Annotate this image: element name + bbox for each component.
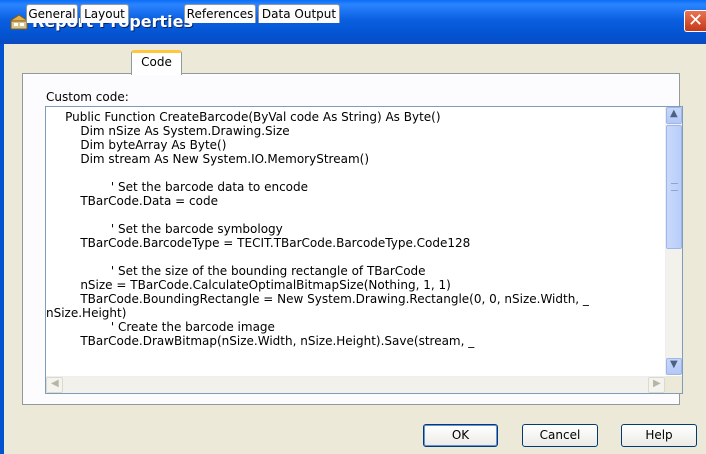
chevron-down-icon: ▼: [670, 359, 678, 370]
tab-general[interactable]: General: [26, 4, 78, 23]
grip-icon: [671, 183, 678, 191]
tab-label: Code: [141, 55, 172, 69]
scroll-left-button[interactable]: ◀: [46, 377, 63, 393]
vertical-scrollbar[interactable]: ▲ ▼: [665, 107, 682, 375]
code-line: Dim byteArray As Byte(): [46, 138, 227, 152]
code-line: TBarCode.Data = code: [46, 194, 218, 208]
code-line: ' Create the barcode image: [46, 320, 275, 334]
code-line: Dim stream As New System.IO.MemoryStream…: [46, 152, 369, 166]
tab-label: Layout: [84, 7, 125, 21]
report-properties-dialog: Report Properties ✕ General Layout Code …: [0, 0, 706, 454]
horizontal-scrollbar[interactable]: ◀ ▶: [46, 376, 666, 393]
code-line: Public Function CreateBarcode(ByVal code…: [46, 110, 441, 124]
code-line: Dim nSize As System.Drawing.Size: [46, 124, 290, 138]
custom-code-label: Custom code:: [46, 90, 129, 104]
code-line: TBarCode.BoundingRectangle = New System.…: [46, 292, 589, 306]
close-icon: ✕: [688, 10, 704, 31]
tab-data-output[interactable]: Data Output: [258, 4, 340, 23]
scroll-right-button[interactable]: ▶: [648, 377, 665, 393]
close-button[interactable]: ✕: [684, 10, 706, 32]
cancel-button[interactable]: Cancel: [522, 424, 598, 447]
code-text[interactable]: Public Function CreateBarcode(ByVal code…: [46, 110, 664, 348]
code-line: ' Set the barcode symbology: [46, 222, 283, 236]
vertical-scroll-thumb[interactable]: [666, 125, 682, 249]
scrollbar-corner: [665, 376, 682, 393]
code-line: TBarCode.BarcodeType = TECIT.TBarCode.Ba…: [46, 236, 471, 250]
chevron-up-icon: ▲: [670, 108, 678, 119]
chevron-right-icon: ▶: [653, 378, 661, 389]
code-line: nSize = TBarCode.CalculateOptimalBitmapS…: [46, 278, 451, 292]
tab-layout[interactable]: Layout: [80, 4, 129, 23]
tab-references[interactable]: References: [184, 4, 256, 23]
scroll-up-button[interactable]: ▲: [666, 107, 682, 124]
tab-label: Data Output: [261, 7, 337, 21]
tab-label: General: [28, 7, 76, 21]
code-line: ' Set the size of the bounding rectangle…: [46, 264, 426, 278]
code-line: ' Set the barcode data to encode: [46, 180, 309, 194]
code-line: nSize.Height): [46, 306, 127, 320]
help-button[interactable]: Help: [621, 424, 697, 447]
chevron-left-icon: ◀: [51, 378, 59, 389]
code-line: TBarCode.DrawBitmap(nSize.Width, nSize.H…: [46, 334, 475, 348]
tab-label: References: [186, 7, 254, 21]
tab-code[interactable]: Code: [131, 50, 182, 75]
ok-button[interactable]: OK: [423, 424, 498, 447]
custom-code-editor[interactable]: Public Function CreateBarcode(ByVal code…: [45, 106, 683, 394]
scroll-down-button[interactable]: ▼: [666, 358, 682, 375]
window-border: [0, 44, 4, 454]
